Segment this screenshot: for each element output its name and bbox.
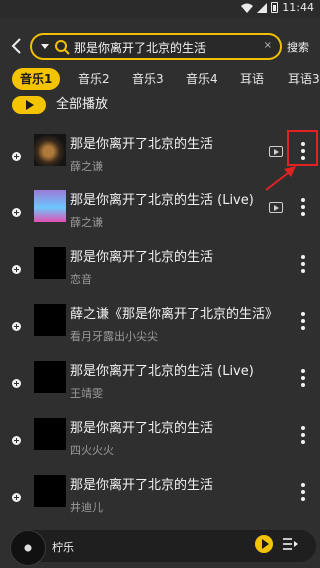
tab-music3[interactable]: 音乐3 [132, 68, 164, 90]
status-icons: 11:44 [241, 1, 314, 14]
clear-icon[interactable]: × [264, 40, 272, 51]
mv-icon[interactable] [269, 202, 283, 213]
dropdown-caret-icon[interactable] [40, 41, 50, 51]
album-cover [34, 134, 66, 166]
tab-whisper3[interactable]: 耳语3 [288, 68, 320, 90]
album-cover [34, 475, 66, 507]
song-title: 那是你离开了北京的生活 [70, 421, 214, 436]
song-artist: 四火火火 [70, 444, 114, 457]
tab-music4[interactable]: 音乐4 [186, 68, 218, 90]
album-cover [34, 190, 66, 222]
search-input[interactable]: 那是你离开了北京的生活 × [30, 33, 282, 60]
tab-whisper[interactable]: 耳语 [240, 68, 264, 90]
song-row[interactable]: 那是你离开了北京的生活 井迪儿 [0, 465, 320, 523]
search-bar: 那是你离开了北京的生活 × 搜索 [0, 30, 320, 62]
play-all-label: 全部播放 [56, 97, 109, 112]
song-row[interactable]: 那是你离开了北京的生活 恋音 [0, 237, 320, 295]
player-title: 柠乐 [52, 541, 74, 554]
add-icon[interactable] [12, 436, 21, 445]
song-title: 薛之谦《那是你离开了北京的生活》 [70, 307, 279, 322]
more-icon[interactable] [298, 426, 308, 444]
tab-music2[interactable]: 音乐2 [78, 68, 110, 90]
album-cover [34, 418, 66, 450]
song-artist: 王靖雯 [70, 387, 103, 400]
add-icon[interactable] [12, 322, 21, 331]
add-icon[interactable] [12, 208, 21, 217]
status-time: 11:44 [282, 1, 314, 14]
song-artist: 恋音 [70, 273, 92, 286]
search-button[interactable]: 搜索 [287, 39, 309, 55]
song-row[interactable]: 薛之谦《那是你离开了北京的生活》 看月牙露出小尖尖 [0, 294, 320, 352]
song-row[interactable]: 那是你离开了北京的生活 四火火火 [0, 408, 320, 466]
album-cover [34, 304, 66, 336]
album-cover [34, 361, 66, 393]
more-icon[interactable] [298, 312, 308, 330]
play-all-icon [12, 96, 46, 114]
battery-icon [271, 2, 279, 13]
search-icon [55, 40, 70, 55]
song-title: 那是你离开了北京的生活 (Live) [70, 364, 254, 379]
album-cover [34, 247, 66, 279]
search-query: 那是你离开了北京的生活 [74, 41, 207, 55]
add-icon[interactable] [12, 493, 21, 502]
back-icon[interactable] [8, 36, 26, 56]
arrow-annotation [265, 166, 296, 191]
more-icon[interactable] [298, 255, 308, 273]
play-icon[interactable] [255, 535, 273, 553]
add-icon[interactable] [12, 152, 21, 161]
mv-icon[interactable] [269, 146, 283, 157]
more-icon[interactable] [298, 369, 308, 387]
playlist-icon[interactable] [282, 536, 298, 552]
album-disc [10, 530, 46, 566]
song-title: 那是你离开了北京的生活 [70, 478, 214, 493]
song-artist: 薛之谦 [70, 216, 103, 229]
more-icon[interactable] [298, 483, 308, 501]
tab-music1[interactable]: 音乐1 [12, 68, 61, 90]
signal-icon [257, 2, 268, 13]
add-icon[interactable] [12, 379, 21, 388]
song-artist: 薛之谦 [70, 160, 103, 173]
song-row[interactable]: 那是你离开了北京的生活 (Live) 王靖雯 [0, 351, 320, 409]
add-icon[interactable] [12, 265, 21, 274]
song-title: 那是你离开了北京的生活 (Live) [70, 193, 254, 208]
more-icon[interactable] [298, 198, 308, 216]
song-artist: 井迪儿 [70, 501, 103, 514]
song-artist: 看月牙露出小尖尖 [70, 330, 158, 343]
song-title: 那是你离开了北京的生活 [70, 137, 214, 152]
tab-bar: 音乐1 音乐2 音乐3 音乐4 耳语 耳语3 [0, 66, 320, 92]
wifi-icon [241, 3, 254, 13]
status-bar: 11:44 [0, 0, 320, 18]
song-title: 那是你离开了北京的生活 [70, 250, 214, 265]
